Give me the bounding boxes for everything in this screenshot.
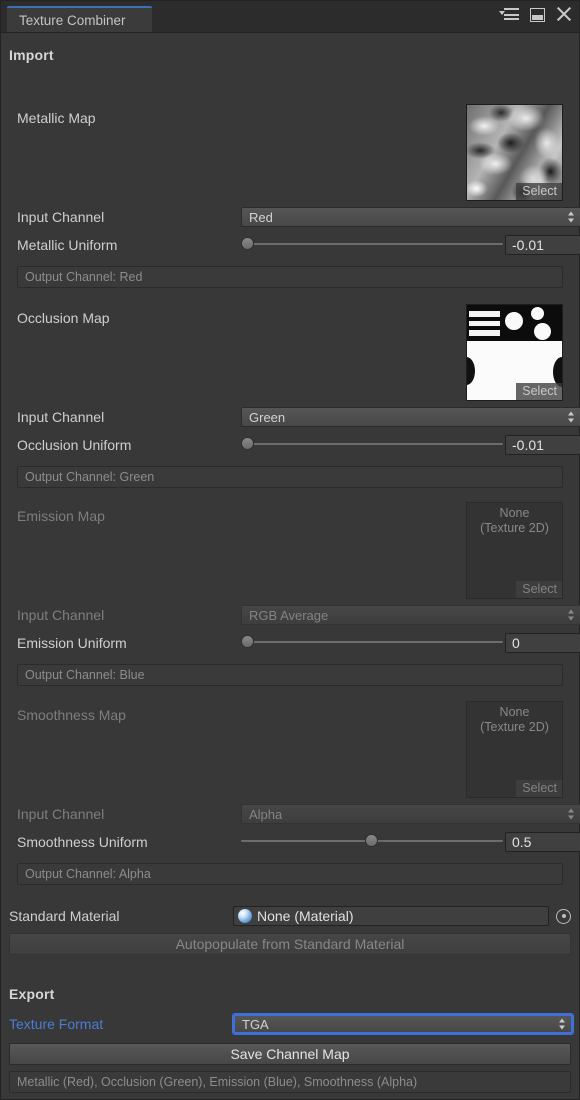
smoothness-input-channel-value: Alpha bbox=[249, 807, 282, 822]
smoothness-uniform-field[interactable]: 0.5 bbox=[505, 832, 580, 852]
metallic-input-channel-dropdown[interactable]: Red bbox=[241, 207, 580, 227]
emission-map-empty-text: None(Texture 2D) bbox=[467, 506, 562, 536]
occlusion-map-label: Occlusion Map bbox=[17, 310, 110, 326]
close-icon[interactable] bbox=[556, 7, 571, 22]
metallic-output-channel-bar: Output Channel: Red bbox=[17, 266, 563, 288]
autopopulate-button[interactable]: Autopopulate from Standard Material bbox=[9, 933, 571, 955]
smoothness-input-channel-label: Input Channel bbox=[17, 806, 104, 822]
slider-handle[interactable] bbox=[241, 437, 254, 450]
autopopulate-button-wrap: Autopopulate from Standard Material bbox=[9, 933, 571, 955]
emission-input-channel-value: RGB Average bbox=[249, 608, 328, 623]
standard-material-object-field[interactable]: None (Material) bbox=[233, 906, 549, 926]
smoothness-output-channel-text: Output Channel: Alpha bbox=[25, 867, 151, 881]
occlusion-uniform-slider[interactable] bbox=[241, 435, 503, 453]
import-heading: Import bbox=[9, 47, 54, 63]
object-picker-icon[interactable] bbox=[556, 909, 571, 924]
smoothness-uniform-value: 0.5 bbox=[512, 834, 531, 850]
maximize-icon[interactable] bbox=[530, 8, 545, 22]
metallic-output-channel-text: Output Channel: Red bbox=[25, 270, 142, 284]
occlusion-uniform-value: -0.01 bbox=[512, 437, 544, 453]
chevron-updown-icon bbox=[559, 1018, 566, 1031]
emission-input-channel-label: Input Channel bbox=[17, 607, 104, 623]
chevron-updown-icon bbox=[568, 609, 575, 622]
metallic-map-thumbnail[interactable]: Select bbox=[466, 104, 563, 201]
menu-icon[interactable] bbox=[499, 8, 519, 21]
emission-output-channel-bar: Output Channel: Blue bbox=[17, 664, 563, 686]
standard-material-row: None (Material) bbox=[233, 906, 571, 926]
slider-track bbox=[241, 641, 503, 643]
tab-texture-combiner[interactable]: Texture Combiner bbox=[7, 6, 152, 32]
metallic-input-channel-value: Red bbox=[249, 210, 273, 225]
texture-combiner-window: Texture Combiner Import Metallic Map Sel… bbox=[0, 0, 580, 1100]
slider-handle[interactable] bbox=[241, 237, 254, 250]
emission-map-label: Emission Map bbox=[17, 508, 105, 524]
emission-output-channel-text: Output Channel: Blue bbox=[25, 668, 145, 682]
smoothness-input-channel-dropdown[interactable]: Alpha bbox=[241, 804, 580, 824]
window-body: Import Metallic Map Select Input Channel… bbox=[1, 33, 579, 1099]
occlusion-uniform-field[interactable]: -0.01 bbox=[505, 435, 580, 455]
smoothness-map-thumbnail[interactable]: None(Texture 2D) Select bbox=[466, 701, 563, 798]
slider-handle[interactable] bbox=[241, 635, 254, 648]
occlusion-map-thumbnail[interactable]: Select bbox=[466, 304, 563, 401]
metallic-uniform-field[interactable]: -0.01 bbox=[505, 235, 580, 255]
metallic-map-label: Metallic Map bbox=[17, 110, 96, 126]
slider-track bbox=[241, 243, 503, 245]
chevron-updown-icon bbox=[568, 808, 575, 821]
texture-format-label: Texture Format bbox=[9, 1016, 103, 1032]
smoothness-output-channel-bar: Output Channel: Alpha bbox=[17, 863, 563, 885]
emission-uniform-slider[interactable] bbox=[241, 633, 503, 651]
save-channel-map-label: Save Channel Map bbox=[230, 1046, 349, 1062]
emission-input-channel-dropdown[interactable]: RGB Average bbox=[241, 605, 580, 625]
texture-format-value: TGA bbox=[242, 1017, 269, 1032]
chevron-updown-icon bbox=[568, 411, 575, 424]
slider-handle[interactable] bbox=[365, 834, 378, 847]
metallic-uniform-value: -0.01 bbox=[512, 237, 544, 253]
occlusion-input-channel-dropdown[interactable]: Green bbox=[241, 407, 580, 427]
occlusion-input-channel-value: Green bbox=[249, 410, 285, 425]
occlusion-input-channel-label: Input Channel bbox=[17, 409, 104, 425]
texture-format-dropdown[interactable]: TGA bbox=[233, 1014, 573, 1034]
metallic-uniform-label: Metallic Uniform bbox=[17, 237, 117, 253]
emission-uniform-label: Emission Uniform bbox=[17, 635, 127, 651]
occlusion-uniform-label: Occlusion Uniform bbox=[17, 437, 131, 453]
metallic-uniform-slider[interactable] bbox=[241, 235, 503, 253]
metallic-select-button[interactable]: Select bbox=[516, 183, 562, 200]
occlusion-select-button[interactable]: Select bbox=[516, 383, 562, 400]
emission-map-thumbnail[interactable]: None(Texture 2D) Select bbox=[466, 502, 563, 599]
smoothness-map-empty-text: None(Texture 2D) bbox=[467, 705, 562, 735]
metallic-input-channel-label: Input Channel bbox=[17, 209, 104, 225]
export-summary-bar: Metallic (Red), Occlusion (Green), Emiss… bbox=[9, 1071, 571, 1093]
smoothness-uniform-label: Smoothness Uniform bbox=[17, 834, 148, 850]
standard-material-value: None (Material) bbox=[257, 908, 353, 924]
window-controls bbox=[499, 7, 571, 22]
save-channel-map-wrap: Save Channel Map bbox=[9, 1043, 571, 1065]
smoothness-select-button[interactable]: Select bbox=[516, 780, 562, 797]
smoothness-uniform-slider[interactable] bbox=[241, 832, 503, 850]
emission-select-button[interactable]: Select bbox=[516, 581, 562, 598]
emission-uniform-value: 0 bbox=[512, 635, 520, 651]
material-sphere-icon bbox=[238, 909, 252, 923]
window-titlebar: Texture Combiner bbox=[1, 1, 579, 33]
emission-uniform-field[interactable]: 0 bbox=[505, 633, 580, 653]
occlusion-output-channel-text: Output Channel: Green bbox=[25, 470, 154, 484]
occlusion-output-channel-bar: Output Channel: Green bbox=[17, 466, 563, 488]
chevron-updown-icon bbox=[568, 211, 575, 224]
tab-label: Texture Combiner bbox=[19, 13, 126, 28]
export-heading: Export bbox=[9, 986, 55, 1002]
autopopulate-button-label: Autopopulate from Standard Material bbox=[176, 936, 405, 952]
export-summary-text: Metallic (Red), Occlusion (Green), Emiss… bbox=[17, 1075, 417, 1089]
slider-track bbox=[241, 443, 503, 445]
smoothness-map-label: Smoothness Map bbox=[17, 707, 126, 723]
save-channel-map-button[interactable]: Save Channel Map bbox=[9, 1043, 571, 1065]
standard-material-label: Standard Material bbox=[9, 908, 120, 924]
